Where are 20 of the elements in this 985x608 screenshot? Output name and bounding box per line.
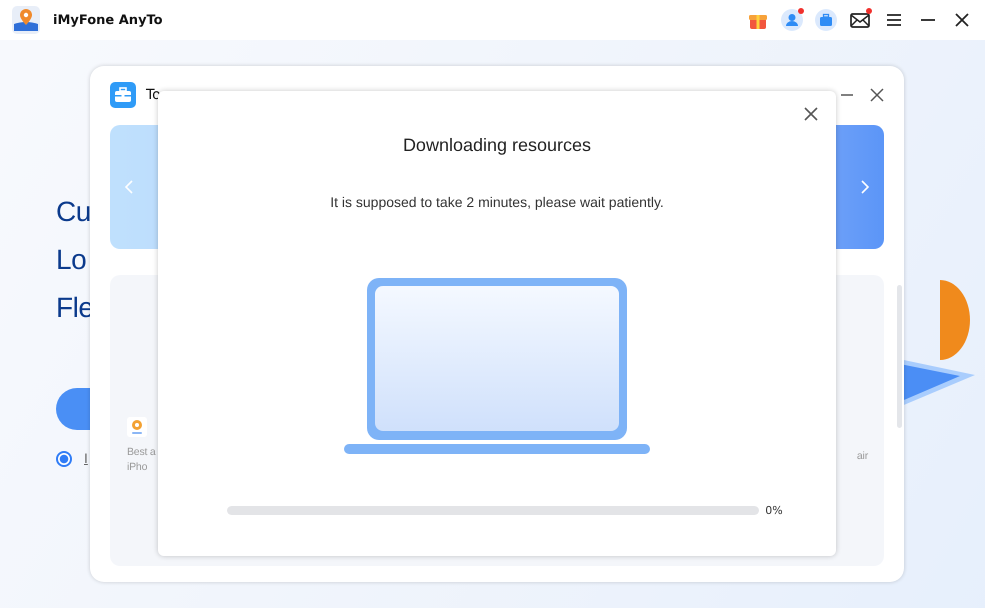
close-icon[interactable] (870, 88, 884, 102)
tool-description: air (856, 449, 868, 464)
toolbox-icon[interactable] (815, 9, 837, 31)
toolbox-icon (110, 82, 136, 108)
headline-text: Lo (56, 243, 88, 277)
location-icon (127, 417, 147, 437)
app-title: iMyFone AnyTo (53, 12, 163, 28)
progress-percent: 0% (765, 504, 783, 517)
user-icon[interactable] (781, 9, 803, 31)
dialog-message: It is supposed to take 2 minutes, please wait patiently. (330, 194, 664, 210)
close-icon[interactable] (804, 107, 818, 121)
tool-description: Best a iPho (127, 445, 156, 475)
start-button[interactable] (56, 388, 90, 430)
radio-button[interactable] (56, 451, 72, 467)
terms-link[interactable]: I (84, 452, 88, 466)
dialog-title: Downloading resources (402, 135, 592, 156)
headline-text: Cu (56, 195, 92, 229)
next-icon[interactable] (860, 180, 870, 194)
scrollbar[interactable] (897, 285, 902, 428)
app-logo-icon (12, 6, 40, 34)
